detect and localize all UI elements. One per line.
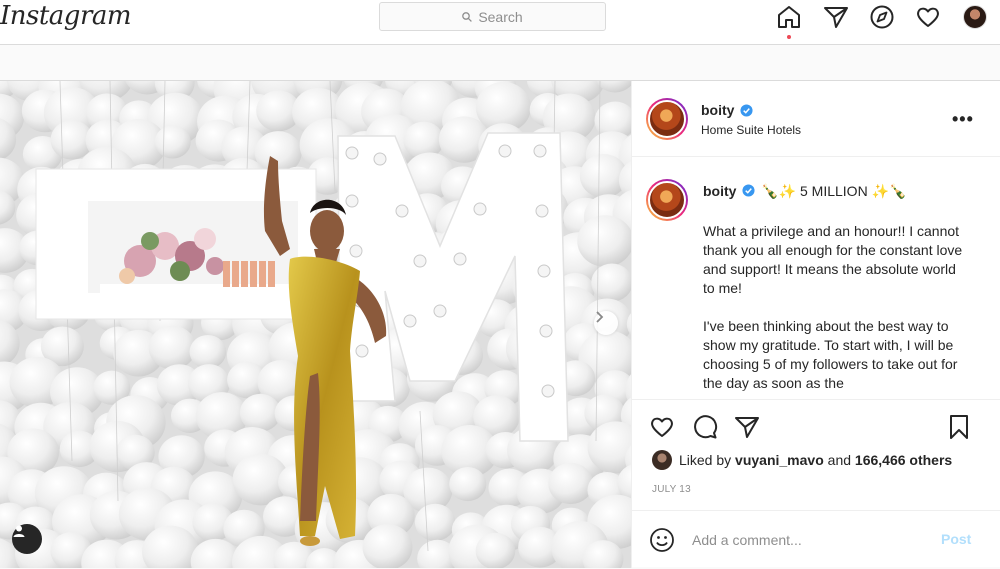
post-card: boity Home Suite Hotels ••• boity 🍾✨ 5 M… — [0, 80, 1000, 567]
post-photo[interactable] — [0, 81, 631, 568]
profile-avatar[interactable] — [963, 5, 987, 29]
caption-title: boity 🍾✨ 5 MILLION ✨🍾 — [703, 183, 906, 200]
instagram-logo[interactable]: Instagram — [0, 1, 131, 31]
caption-author-avatar[interactable] — [646, 179, 688, 221]
next-photo-button[interactable] — [594, 311, 618, 335]
more-options-icon[interactable]: ••• — [952, 109, 974, 130]
tagged-users-button[interactable] — [12, 524, 42, 554]
post-actions: Liked by vuyani_mavo and 166,466 others … — [632, 399, 1000, 569]
likes-prefix: Liked by — [679, 452, 731, 468]
caption-fade — [632, 387, 1000, 399]
chevron-right-icon — [594, 311, 604, 323]
explore-icon[interactable] — [869, 4, 895, 30]
user-icon — [12, 524, 26, 538]
search-icon — [462, 12, 472, 22]
comment-bar: Post — [632, 510, 1000, 569]
search-box[interactable]: Search — [379, 2, 606, 31]
comment-input[interactable] — [692, 529, 922, 551]
liker-avatar[interactable] — [652, 450, 672, 470]
post-location[interactable]: Home Suite Hotels — [701, 123, 801, 137]
caption-headline: 🍾✨ 5 MILLION ✨🍾 — [761, 183, 906, 199]
caption-paragraph-1: What a privilege and an honour!! I canno… — [703, 222, 963, 298]
activity-heart-icon[interactable] — [915, 4, 941, 30]
emoji-icon[interactable] — [649, 527, 675, 553]
caption-username[interactable]: boity — [703, 183, 736, 199]
home-icon[interactable] — [776, 4, 802, 30]
search-placeholder: Search — [478, 9, 522, 25]
author-username[interactable]: boity — [701, 102, 734, 118]
post-comment-button[interactable]: Post — [941, 531, 971, 547]
verified-badge-icon — [740, 104, 753, 117]
post-date[interactable]: JULY 13 — [652, 484, 691, 495]
likes-others[interactable]: 166,466 others — [855, 452, 952, 468]
save-bookmark-icon[interactable] — [946, 414, 972, 440]
post-header: boity Home Suite Hotels ••• — [632, 81, 1000, 157]
direct-icon[interactable] — [823, 4, 849, 30]
likes-summary: Liked by vuyani_mavo and 166,466 others — [652, 450, 952, 470]
post-sidebar: boity Home Suite Hotels ••• boity 🍾✨ 5 M… — [631, 81, 1000, 568]
comment-icon[interactable] — [692, 414, 718, 440]
caption-paragraph-2: I've been thinking about the best way to… — [703, 317, 963, 393]
like-heart-icon[interactable] — [649, 414, 675, 440]
balloon-scene-image — [0, 81, 631, 568]
caption-area: boity 🍾✨ 5 MILLION ✨🍾 What a privilege a… — [632, 158, 1000, 399]
notification-dot — [787, 35, 791, 39]
likes-joiner: and — [828, 452, 851, 468]
liker-username[interactable]: vuyani_mavo — [735, 452, 824, 468]
author-avatar[interactable] — [646, 98, 688, 140]
share-icon[interactable] — [734, 414, 760, 440]
verified-badge-icon — [742, 184, 755, 197]
top-navigation-bar: Instagram Search — [0, 0, 1000, 45]
